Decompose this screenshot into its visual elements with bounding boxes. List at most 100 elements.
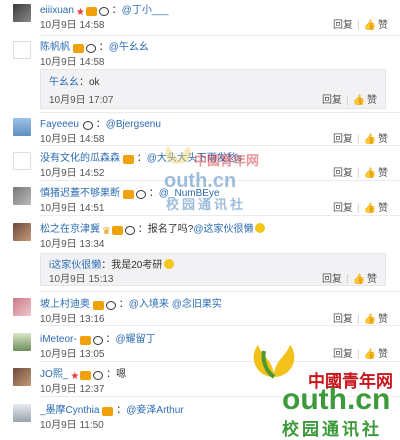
username-link[interactable]: 松之在京津冀 <box>40 224 100 235</box>
panda-badge-icon <box>124 226 135 235</box>
avatar[interactable] <box>13 368 31 386</box>
username-link[interactable]: _墨摩Cynthia <box>40 405 99 416</box>
comment-line: Fayeeeu ：@Bjergsenu <box>40 119 161 130</box>
like-button[interactable]: 赞 <box>378 314 388 325</box>
thumb-up-icon[interactable]: 👍 <box>364 19 376 32</box>
like-button[interactable]: 赞 <box>378 203 388 214</box>
reply-button[interactable]: 回复 <box>333 168 353 179</box>
avatar[interactable] <box>13 298 31 316</box>
avatar[interactable] <box>13 152 31 170</box>
mention-link[interactable]: @大头大头下雨发愁s <box>147 153 242 164</box>
avatar[interactable] <box>13 187 31 205</box>
mention-link[interactable]: @午幺幺 <box>109 42 149 53</box>
username-link[interactable]: 没有文化的瓜森森 <box>40 153 120 164</box>
thumb-up-icon[interactable]: 👍 <box>364 167 376 180</box>
username-link[interactable]: iMeteor- <box>40 334 77 345</box>
mention-link[interactable]: @耀留丁 <box>115 334 155 345</box>
comment-feed: eiiixuan ★ ：@丁小___ 10月9日 14:58 回复 | 👍 赞 陈帆帆 … <box>0 0 400 435</box>
divider <box>40 145 400 146</box>
divider <box>40 361 400 362</box>
reply-button[interactable]: 回复 <box>333 314 353 325</box>
timestamp: 10月9日 13:05 <box>40 349 105 360</box>
username-link[interactable]: 陈帆帆 <box>40 42 70 53</box>
panda-badge-icon <box>98 7 109 16</box>
reply-button[interactable]: 回复 <box>333 20 353 31</box>
username-link[interactable]: JO熙_ <box>40 369 68 380</box>
comment-actions: 回复 | 👍 赞 <box>332 167 388 180</box>
mention-link[interactable]: @Bjergsenu <box>106 119 161 130</box>
comment-line: i这家伙很懒：我是20考研 <box>49 259 175 272</box>
comment-line: 午幺幺：ok <box>49 77 100 88</box>
avatar[interactable] <box>13 333 31 351</box>
comment-actions: 回复 | 👍 赞 <box>332 19 388 32</box>
timestamp: 10月9日 17:07 <box>49 95 114 106</box>
mention-link[interactable]: @入境来 <box>129 299 169 310</box>
smile-emoji-icon <box>255 223 266 233</box>
thumb-up-icon[interactable]: 👍 <box>364 348 376 361</box>
reply-button[interactable]: 回复 <box>333 349 353 360</box>
mention-link[interactable]: @这家伙很懒 <box>193 224 253 235</box>
like-button[interactable]: 赞 <box>378 349 388 360</box>
panda-badge-icon <box>93 371 104 380</box>
reply-button[interactable]: 回复 <box>333 134 353 145</box>
avatar[interactable] <box>13 404 31 422</box>
username-link[interactable]: 坡上村迪奥 <box>40 299 90 310</box>
panda-badge-icon <box>92 336 103 345</box>
divider <box>40 112 400 113</box>
like-button[interactable]: 赞 <box>378 134 388 145</box>
nested-reply: i这家伙很懒：我是20考研 10月9日 15:13 回复 | 👍 赞 <box>40 253 386 286</box>
comment-line: 慎猪迟蓋不够果断 ：@_NumBEye <box>40 188 220 199</box>
comment-line: _墨摩Cynthia ：@妾泽Arthur <box>40 405 184 416</box>
divider <box>40 396 400 397</box>
comment-actions: 回复 | 👍 赞 <box>321 94 377 107</box>
mention-link[interactable]: @丁小___ <box>122 5 169 16</box>
like-button[interactable]: 赞 <box>367 95 377 106</box>
reply-button[interactable]: 回复 <box>322 274 342 285</box>
nested-reply: 午幺幺：ok 10月9日 17:07 回复 | 👍 赞 <box>40 69 386 109</box>
comment-line: eiiixuan ★ ：@丁小___ <box>40 5 169 18</box>
divider <box>40 215 400 216</box>
thumb-up-icon[interactable]: 👍 <box>353 94 365 107</box>
thumb-up-icon[interactable]: 👍 <box>353 273 365 286</box>
vip-badge-icon <box>123 155 134 164</box>
comment-actions: 回复 | 👍 赞 <box>321 273 377 286</box>
username-link[interactable]: 午幺幺 <box>49 77 79 88</box>
comment-line: JO熙_ ★ ：嗯 <box>40 369 127 382</box>
divider <box>40 291 400 292</box>
reply-button[interactable]: 回复 <box>322 95 342 106</box>
timestamp: 10月9日 14:51 <box>40 203 105 214</box>
vip-badge-icon <box>93 301 104 310</box>
crown-badge-icon: ♛ <box>102 226 111 237</box>
like-button[interactable]: 赞 <box>378 168 388 179</box>
mention-link[interactable]: @妾泽Arthur <box>126 405 183 416</box>
timestamp: 10月9日 12:37 <box>40 384 105 395</box>
thumb-up-icon[interactable]: 👍 <box>364 202 376 215</box>
comment-line: 松之在京津冀 ♛ ：报名了吗?@这家伙很懒 <box>40 223 266 238</box>
username-link[interactable]: Fayeeeu <box>40 119 79 130</box>
username-link[interactable]: 慎猪迟蓋不够果断 <box>40 188 120 199</box>
mention-link[interactable]: @_NumBEye <box>159 188 220 199</box>
comment-line: 没有文化的瓜森森 ：@大头大头下雨发愁s <box>40 153 242 164</box>
avatar[interactable] <box>13 118 31 136</box>
timestamp: 10月9日 14:58 <box>40 57 105 68</box>
timestamp: 10月9日 15:13 <box>49 274 114 285</box>
avatar[interactable] <box>13 4 31 22</box>
like-button[interactable]: 赞 <box>367 274 377 285</box>
comment-actions: 回复 | 👍 赞 <box>332 348 388 361</box>
avatar[interactable] <box>13 41 31 59</box>
vip-badge-icon <box>102 407 114 416</box>
reply-button[interactable]: 回复 <box>333 203 353 214</box>
timestamp: 10月9日 11:50 <box>40 420 104 431</box>
comment-actions: 回复 | 👍 赞 <box>332 202 388 215</box>
vip-badge-icon <box>85 7 97 16</box>
username-link[interactable]: eiiixuan <box>40 5 74 16</box>
avatar[interactable] <box>13 223 31 241</box>
comment-line: 陈帆帆 ：@午幺幺 <box>40 42 149 53</box>
username-link[interactable]: i这家伙很懒 <box>49 260 101 271</box>
panda-badge-icon <box>106 301 116 310</box>
mention-link[interactable]: @念旧果实 <box>172 299 222 310</box>
star-badge-icon: ★ <box>75 7 85 18</box>
vip-badge-icon <box>80 371 92 380</box>
comment-line: iMeteor- ：@耀留丁 <box>40 334 156 345</box>
like-button[interactable]: 赞 <box>378 20 388 31</box>
